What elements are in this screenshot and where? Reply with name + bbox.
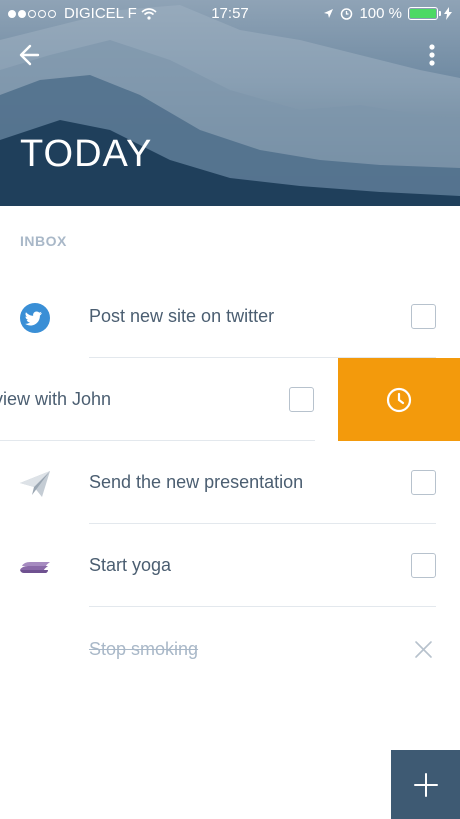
close-icon [415,641,432,658]
plus-icon [413,772,438,797]
task-checkbox[interactable] [411,470,436,495]
battery-icon [408,7,441,20]
add-task-button[interactable] [391,750,460,819]
alarm-icon [341,8,353,20]
row-divider [89,606,436,607]
task-row[interactable]: Post new site on twitter [0,275,460,358]
task-label: Post new site on twitter [89,306,275,326]
task-label: Stop smoking [89,639,199,659]
status-bar: DIGICEL F 17:57 100 % [0,0,460,26]
task-row-swiped[interactable]: rview with John [0,358,460,441]
task-checkbox[interactable] [289,387,314,412]
paper-plane-icon [20,471,50,497]
delete-task-button[interactable] [411,637,436,662]
section-label: INBOX [20,233,67,249]
twitter-icon [20,303,50,333]
task-row-completed[interactable]: Stop smoking [0,608,460,691]
yoga-mat-icon [20,562,50,573]
more-vertical-icon [429,44,435,66]
task-checkbox[interactable] [411,304,436,329]
status-right: 100 % [323,5,452,22]
task-label: rview with John [0,389,112,409]
page-title: TODAY [20,133,153,175]
back-button[interactable] [16,40,46,70]
task-row[interactable]: Start yoga [0,524,460,607]
header-banner: DIGICEL F 17:57 100 % TODAY [0,0,460,206]
more-options-button[interactable] [422,40,442,70]
task-label: Start yoga [89,555,172,575]
battery-percent: 100 % [359,5,402,22]
charging-bolt-icon [444,7,452,20]
task-label: Send the new presentation [89,472,304,492]
location-arrow-icon [324,9,334,18]
snooze-action-button[interactable] [338,358,460,441]
task-checkbox[interactable] [411,553,436,578]
arrow-left-icon [19,44,40,66]
clock-icon [386,387,412,412]
task-row[interactable]: Send the new presentation [0,441,460,524]
